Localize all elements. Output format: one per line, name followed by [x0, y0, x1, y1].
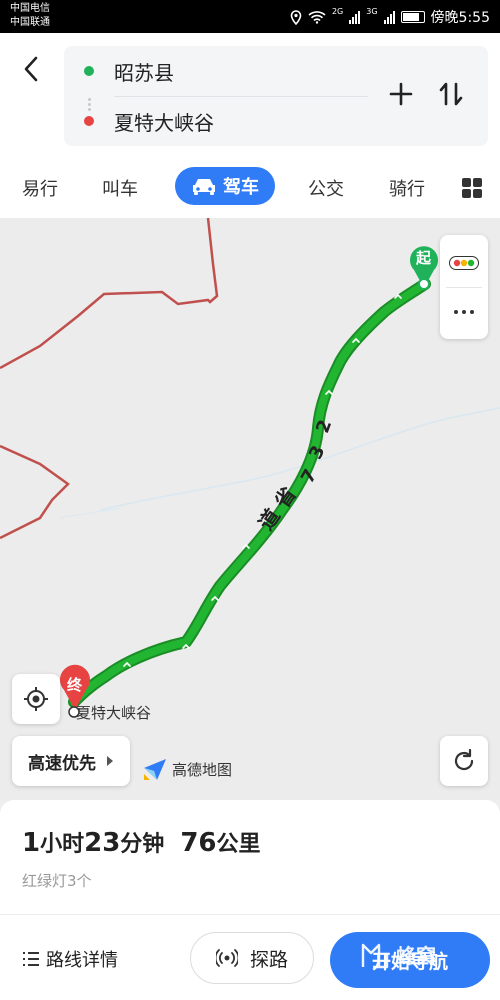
route-chevrons	[123, 293, 402, 667]
start-point	[418, 278, 430, 290]
connector-dots	[88, 96, 91, 116]
wifi-icon	[308, 11, 326, 24]
back-button[interactable]	[16, 49, 46, 89]
carrier-2: 中国联通	[10, 17, 50, 28]
tab-yixing[interactable]: 易行	[22, 175, 58, 201]
amap-logo: 高德地图	[142, 756, 232, 782]
locate-icon	[24, 687, 48, 711]
tab-ride[interactable]: 骑行	[389, 175, 425, 201]
route-preference-label: 高速优先	[28, 753, 96, 774]
divider	[114, 96, 368, 97]
carrier-1: 中国电信	[10, 3, 50, 14]
swap-route-button[interactable]	[436, 79, 466, 109]
duration-minutes: 23	[84, 828, 121, 858]
destination-dot-icon	[84, 116, 94, 126]
plus-icon	[389, 82, 413, 106]
route-box: 昭苏县 夏特大峡谷	[64, 46, 488, 146]
start-pin-label: 起	[416, 249, 432, 267]
tab-taxi[interactable]: 叫车	[102, 175, 138, 201]
back-arrow-icon	[24, 56, 38, 82]
amap-logo-text: 高德地图	[172, 760, 233, 779]
route-preference-button[interactable]: 高速优先	[12, 736, 130, 786]
watermark-logo-icon	[361, 943, 389, 968]
divider	[0, 914, 500, 915]
duration-hours: 1	[22, 828, 41, 858]
status-bar: 中国电信 中国联通 2G 3G 傍晚5:55	[0, 0, 500, 33]
admin-border	[0, 444, 70, 540]
end-pin-label: 终	[67, 676, 83, 694]
network-3g-label: 3G	[366, 7, 378, 16]
add-waypoint-button[interactable]	[386, 79, 416, 109]
admin-border	[0, 218, 219, 370]
explore-route-button[interactable]: 探路	[190, 932, 314, 984]
more-dots-icon	[454, 309, 474, 314]
refresh-icon	[454, 748, 474, 771]
list-icon	[23, 952, 39, 966]
map-canvas	[0, 218, 500, 718]
radar-icon	[215, 949, 238, 967]
watermark: 蜂窝	[360, 940, 436, 969]
tab-drive[interactable]: 驾车	[175, 167, 275, 205]
amap-logo-icon	[144, 759, 166, 780]
explore-label: 探路	[249, 948, 288, 971]
distance-unit: 公里	[216, 832, 261, 857]
route-details-label: 路线详情	[46, 950, 118, 971]
location-icon	[290, 9, 302, 25]
origin-dot-icon	[84, 66, 94, 76]
destination-label: 夏特大峡谷	[114, 110, 214, 135]
traffic-light-count: 红绿灯3个	[22, 872, 92, 890]
more-options-button[interactable]	[440, 288, 488, 336]
route-summary[interactable]: 1 小时 23 分钟 76 公里	[22, 826, 261, 858]
route-summary-panel: 1 小时 23 分钟 76 公里 红绿灯3个 路线详情 探路 开始导航	[0, 800, 500, 1000]
swap-icon	[439, 82, 463, 106]
watermark-text: 蜂窝	[396, 944, 436, 968]
car-icon	[193, 179, 215, 195]
route-casing	[68, 278, 431, 708]
signal-icon	[349, 10, 361, 24]
traffic-toggle-button[interactable]	[440, 239, 488, 287]
clock: 傍晚5:55	[430, 10, 490, 26]
origin-label: 昭苏县	[114, 60, 174, 85]
locate-button[interactable]	[12, 674, 60, 724]
signal-icon	[383, 10, 395, 24]
battery-icon	[400, 11, 425, 23]
distance-value: 76	[180, 828, 217, 858]
route-details-button[interactable]: 路线详情	[22, 946, 118, 972]
duration-hours-unit: 小时	[40, 832, 85, 857]
triangle-right-icon	[107, 756, 113, 766]
route-header: 昭苏县 夏特大峡谷 易行 叫车 公交 骑行 驾车	[0, 33, 500, 218]
map-tool-panel	[440, 235, 488, 339]
map-view[interactable]: 起 终 夏特大峡谷 2 3 7 省 道 高速优先 高德地图	[0, 218, 500, 800]
river	[59, 507, 121, 519]
tab-bus[interactable]: 公交	[308, 175, 344, 201]
route-line	[70, 280, 429, 706]
destination-map-label: 夏特大峡谷	[76, 704, 152, 722]
more-modes-icon[interactable]	[462, 178, 482, 198]
tab-drive-label: 驾车	[223, 177, 259, 198]
duration-minutes-unit: 分钟	[120, 832, 165, 857]
network-2g-label: 2G	[331, 7, 344, 16]
refresh-button[interactable]	[440, 736, 488, 786]
traffic-light-icon	[449, 255, 479, 270]
